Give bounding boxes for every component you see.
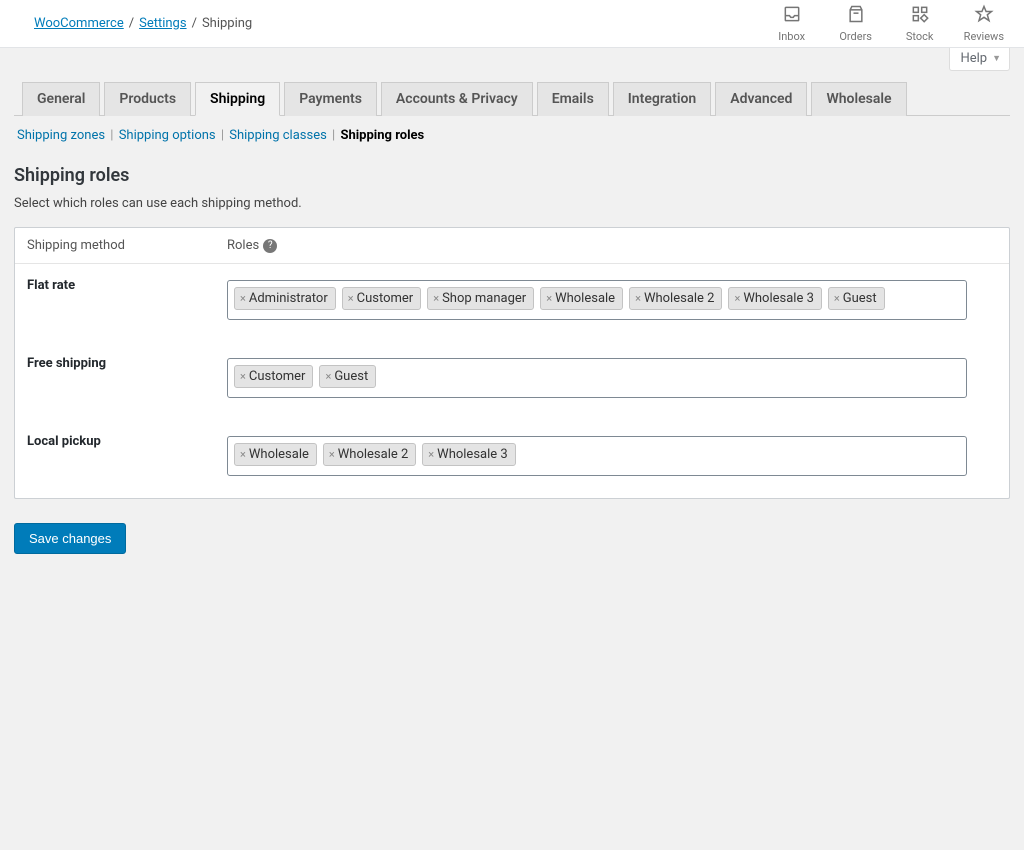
chevron-down-icon: ▼ [992,53,1001,64]
role-tag-label: Wholesale 2 [644,291,715,306]
top-bar: WooCommerce / Settings / Shipping Inbox … [0,0,1024,48]
remove-tag-icon[interactable]: × [240,449,246,460]
col-method-header: Shipping method [15,228,215,264]
inbox-button[interactable]: Inbox [772,4,812,43]
remove-tag-icon[interactable]: × [240,293,246,304]
breadcrumb-settings[interactable]: Settings [139,16,186,31]
shipping-subnav: Shipping zones | Shipping options | Ship… [14,116,1010,155]
remove-tag-icon[interactable]: × [329,449,335,460]
role-tag: ×Wholesale [540,287,623,310]
table-row: Free shipping×Customer×Guest [15,342,1009,420]
breadcrumbs: WooCommerce / Settings / Shipping [34,16,252,31]
reviews-button[interactable]: Reviews [964,4,1004,43]
reviews-label: Reviews [964,30,1004,43]
page-description: Select which roles can use each shipping… [14,196,1010,211]
orders-icon [846,4,866,27]
inbox-label: Inbox [778,30,805,43]
role-tag: ×Customer [342,287,421,310]
breadcrumb-separator: / [129,16,134,31]
role-tag-label: Wholesale 2 [338,447,409,462]
tab-products[interactable]: Products [104,82,191,116]
role-tag: ×Wholesale 2 [323,443,416,466]
role-tag-label: Wholesale 3 [437,447,508,462]
subnav-current: Shipping roles [340,128,424,143]
remove-tag-icon[interactable]: × [734,293,740,304]
settings-tabs: GeneralProductsShippingPaymentsAccounts … [14,82,1010,116]
remove-tag-icon[interactable]: × [428,449,434,460]
role-tag-label: Customer [249,369,306,384]
content-area: GeneralProductsShippingPaymentsAccounts … [0,48,1024,568]
roles-multiselect[interactable]: ×Customer×Guest [227,358,967,398]
role-tag: ×Wholesale 2 [629,287,722,310]
reviews-icon [974,4,994,27]
remove-tag-icon[interactable]: × [635,293,641,304]
stock-label: Stock [906,30,934,43]
subnav-link-shipping-options[interactable]: Shipping options [119,128,216,143]
subnav-link-shipping-classes[interactable]: Shipping classes [229,128,327,143]
role-tag: ×Guest [319,365,376,388]
tab-shipping[interactable]: Shipping [195,82,280,116]
col-roles-header: Roles? [215,228,1009,264]
header-toolbox: Inbox Orders Stock Reviews [772,4,1004,43]
stock-icon [910,4,930,27]
page-title: Shipping roles [14,165,1010,186]
roles-multiselect[interactable]: ×Administrator×Customer×Shop manager×Who… [227,280,967,320]
role-tag: ×Wholesale 3 [422,443,515,466]
inbox-icon [782,4,802,27]
role-tag-label: Administrator [249,291,328,306]
roles-cell: ×Customer×Guest [215,342,1009,420]
tab-general[interactable]: General [22,82,100,116]
help-icon[interactable]: ? [263,239,277,253]
role-tag-label: Guest [334,369,368,384]
role-tag: ×Guest [828,287,885,310]
orders-button[interactable]: Orders [836,4,876,43]
remove-tag-icon[interactable]: × [240,371,246,382]
help-tab-label: Help [960,51,987,66]
remove-tag-icon[interactable]: × [834,293,840,304]
tab-emails[interactable]: Emails [537,82,609,116]
role-tag-label: Wholesale [555,291,615,306]
role-tag: ×Wholesale 3 [728,287,821,310]
roles-multiselect[interactable]: ×Wholesale×Wholesale 2×Wholesale 3 [227,436,967,476]
method-label: Local pickup [15,420,215,498]
table-row: Flat rate×Administrator×Customer×Shop ma… [15,264,1009,343]
save-button[interactable]: Save changes [14,523,126,554]
tab-payments[interactable]: Payments [284,82,377,116]
role-tag: ×Customer [234,365,313,388]
subnav-separator: | [218,128,228,143]
remove-tag-icon[interactable]: × [348,293,354,304]
tab-integration[interactable]: Integration [613,82,711,116]
role-tag: ×Shop manager [427,287,534,310]
role-tag-label: Guest [843,291,877,306]
role-tag-label: Wholesale [249,447,309,462]
role-tag-label: Customer [357,291,414,306]
subnav-separator: | [329,128,339,143]
breadcrumb-root[interactable]: WooCommerce [34,16,124,31]
role-tag-label: Shop manager [442,291,526,306]
orders-label: Orders [839,30,872,43]
method-label: Flat rate [15,264,215,343]
remove-tag-icon[interactable]: × [433,293,439,304]
stock-button[interactable]: Stock [900,4,940,43]
roles-cell: ×Wholesale×Wholesale 2×Wholesale 3 [215,420,1009,498]
help-tab[interactable]: Help ▼ [949,48,1010,71]
role-tag-label: Wholesale 3 [743,291,814,306]
tab-accounts-privacy[interactable]: Accounts & Privacy [381,82,533,116]
remove-tag-icon[interactable]: × [546,293,552,304]
breadcrumb-current: Shipping [202,16,252,31]
remove-tag-icon[interactable]: × [325,371,331,382]
tab-wholesale[interactable]: Wholesale [811,82,906,116]
table-row: Local pickup×Wholesale×Wholesale 2×Whole… [15,420,1009,498]
subnav-separator: | [107,128,117,143]
breadcrumb-separator: / [192,16,197,31]
role-tag: ×Wholesale [234,443,317,466]
roles-table: Shipping method Roles? Flat rate×Adminis… [14,227,1010,499]
method-label: Free shipping [15,342,215,420]
subnav-link-shipping-zones[interactable]: Shipping zones [17,128,105,143]
roles-cell: ×Administrator×Customer×Shop manager×Who… [215,264,1009,343]
role-tag: ×Administrator [234,287,336,310]
tab-advanced[interactable]: Advanced [715,82,807,116]
